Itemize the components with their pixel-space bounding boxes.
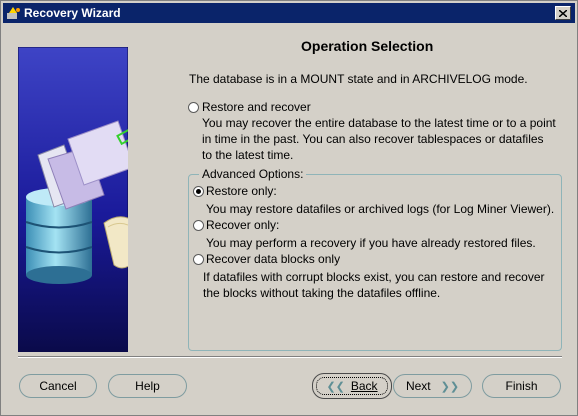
- recovery-wizard-window: Recovery Wizard Operation Selection The …: [0, 0, 578, 416]
- recover-only-desc: You may perform a recovery if you have a…: [206, 236, 536, 250]
- restore-recover-desc-1: You may recover the entire database to t…: [202, 116, 556, 130]
- footer-separator: [18, 356, 562, 358]
- back-button[interactable]: ❮❮ Back: [312, 373, 392, 399]
- close-icon: [559, 9, 567, 17]
- finish-button[interactable]: Finish: [482, 374, 561, 398]
- recover-only-label[interactable]: Recover only:: [206, 217, 279, 233]
- cancel-button[interactable]: Cancel: [19, 374, 97, 398]
- recover-blocks-desc-1: If datafiles with corrupt blocks exist, …: [203, 270, 545, 284]
- recover-blocks-radio[interactable]: [193, 254, 204, 265]
- restore-only-desc: You may restore datafiles or archived lo…: [206, 202, 555, 216]
- restore-recover-radio[interactable]: [188, 102, 199, 113]
- close-button[interactable]: [555, 6, 571, 20]
- title-bar[interactable]: Recovery Wizard: [3, 3, 575, 23]
- next-arrow-icon: ❯❯: [440, 380, 460, 393]
- cancel-label: Cancel: [39, 379, 77, 393]
- database-state-text: The database is in a MOUNT state and in …: [189, 72, 528, 86]
- recover-blocks-desc-2: the blocks without taking the datafiles …: [203, 286, 441, 300]
- next-button[interactable]: Next ❯❯: [393, 374, 472, 398]
- help-label: Help: [135, 379, 160, 393]
- advanced-options-label: Advanced Options:: [199, 167, 307, 181]
- wizard-illustration: [18, 47, 128, 352]
- finish-label: Finish: [505, 379, 538, 393]
- restore-recover-desc-3: to the latest time.: [202, 148, 294, 162]
- recover-blocks-label[interactable]: Recover data blocks only: [206, 251, 340, 267]
- restore-only-label[interactable]: Restore only:: [206, 183, 277, 199]
- page-heading: Operation Selection: [301, 38, 434, 54]
- help-button[interactable]: Help: [108, 374, 187, 398]
- window-title: Recovery Wizard: [24, 6, 121, 20]
- wizard-icon: [7, 7, 20, 19]
- restore-only-radio[interactable]: [193, 186, 204, 197]
- next-label: Next: [405, 379, 431, 393]
- recover-only-radio[interactable]: [193, 220, 204, 231]
- restore-recover-desc-2: in time in the past. You can also recove…: [202, 132, 544, 146]
- focus-ring: [316, 377, 388, 395]
- restore-recover-label[interactable]: Restore and recover: [202, 99, 311, 115]
